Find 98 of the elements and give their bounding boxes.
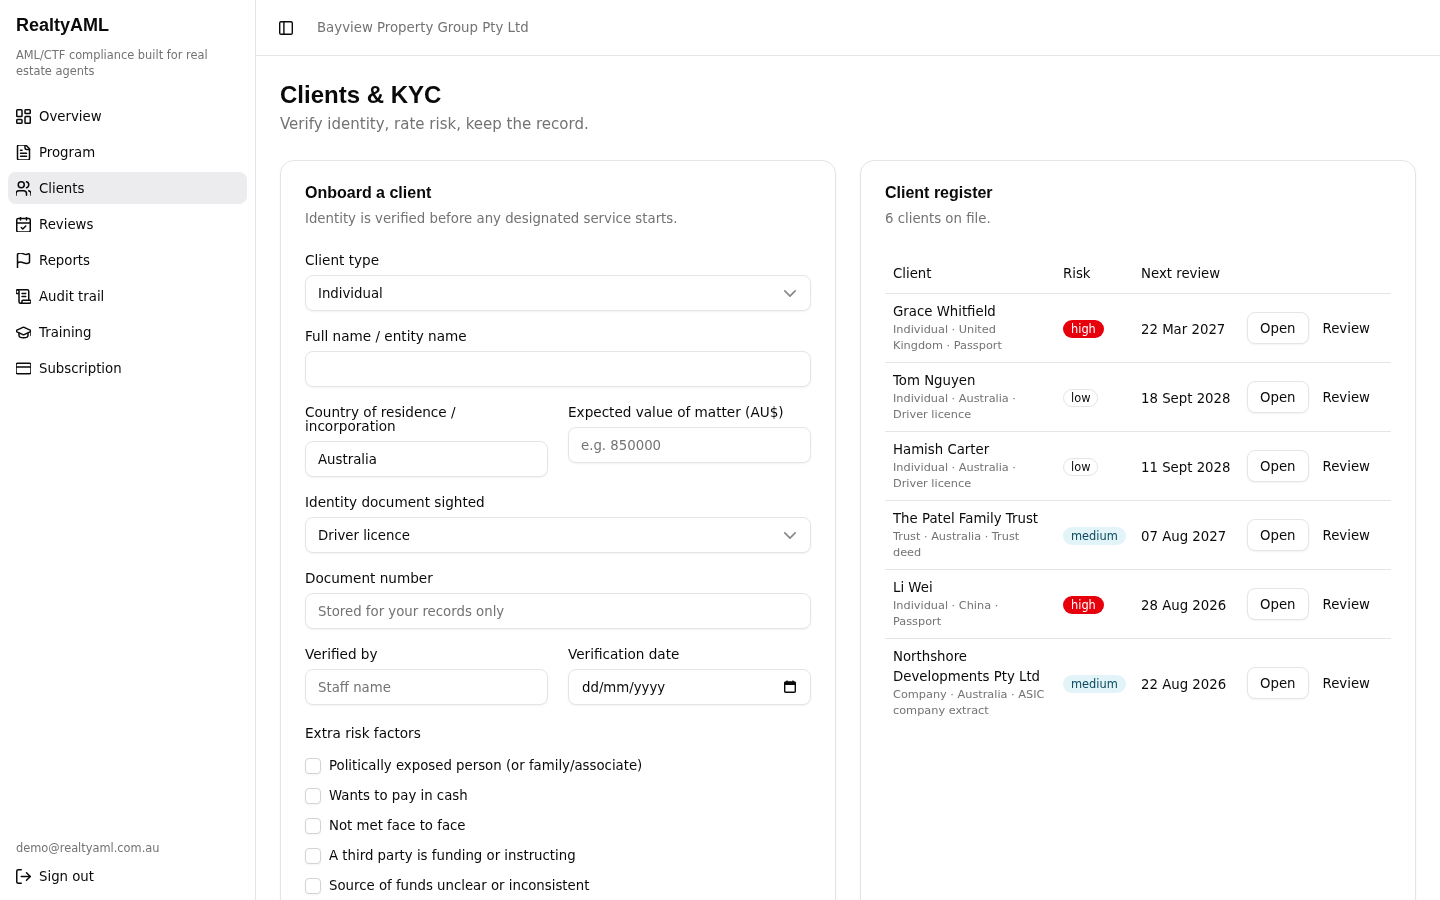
checkbox-label: A third party is funding or instructing: [329, 847, 576, 865]
open-button[interactable]: Open: [1247, 519, 1309, 551]
review-button[interactable]: Review: [1312, 667, 1380, 699]
review-button[interactable]: Review: [1312, 381, 1380, 413]
risk-badge: low: [1063, 389, 1099, 407]
brand-tagline: AML/CTF compliance built for real estate agents: [16, 47, 209, 79]
page-title: Clients & KYC: [280, 80, 442, 110]
select-field[interactable]: Individual: [305, 275, 811, 311]
nav-item[interactable]: Clients: [8, 172, 247, 204]
risk-badge: medium: [1063, 675, 1126, 693]
chevron-down-icon: [784, 289, 796, 297]
field-label: Verified by: [305, 647, 378, 661]
client-name: Li Wei: [893, 579, 934, 597]
nav-item[interactable]: Overview: [8, 100, 247, 132]
review-button[interactable]: Review: [1312, 588, 1380, 620]
field-label: Client type: [305, 253, 380, 267]
open-button[interactable]: Open: [1247, 450, 1309, 482]
nav-item[interactable]: Subscription: [8, 352, 247, 384]
client-details: Individual · China · Passport: [893, 598, 1000, 630]
calendar-icon: [784, 680, 796, 693]
field-label: Document number: [305, 571, 433, 585]
people-icon: [16, 180, 31, 196]
checkbox[interactable]: [305, 818, 321, 834]
nav-item[interactable]: Reviews: [8, 208, 247, 240]
open-button[interactable]: Open: [1247, 312, 1309, 344]
panel-icon: [279, 20, 293, 35]
client-name: Tom Nguyen: [893, 372, 977, 390]
chevron-down-icon: [784, 531, 796, 539]
card-subtitle: 6 clients on file.: [885, 210, 991, 228]
review-date: 07 Aug 2027: [1141, 528, 1227, 544]
open-button[interactable]: Open: [1247, 588, 1309, 620]
risk-badge: high: [1063, 320, 1104, 338]
nav-item[interactable]: Program: [8, 136, 247, 168]
risk-badge: medium: [1063, 527, 1126, 545]
card-title: Onboard a client: [305, 185, 432, 201]
field-label: Identity document sighted: [305, 495, 485, 509]
column-header: Client: [893, 265, 932, 281]
card-subtitle: Identity is verified before any designated service starts.: [305, 210, 678, 228]
input-field[interactable]: e.g. 850000: [568, 427, 811, 463]
brand-name: RealtyAML: [15, 16, 110, 34]
checkbox-label: Wants to pay in cash: [329, 787, 468, 805]
select-field[interactable]: Driver licence: [305, 517, 811, 553]
field-label: Expected value of matter (AU$): [568, 405, 784, 419]
group-label: Extra risk factors: [305, 726, 421, 740]
review-date: 11 Sept 2028: [1141, 459, 1231, 475]
field-label: Full name / entity name: [305, 329, 467, 343]
nav-item[interactable]: Audit trail: [8, 280, 247, 312]
input-field[interactable]: Australia: [305, 441, 548, 477]
risk-badge: low: [1063, 458, 1099, 476]
client-details: Trust · Australia · Trust deed: [893, 529, 1021, 561]
sign-out-button[interactable]: Sign out: [8, 860, 247, 892]
client-details: Individual · Australia · Driver licence: [893, 391, 1017, 423]
checkbox[interactable]: [305, 758, 321, 774]
graduation-cap-icon: [16, 324, 31, 340]
scroll-icon: [16, 288, 31, 304]
card-title: Client register: [885, 185, 993, 201]
client-name: Hamish Carter: [893, 441, 991, 459]
review-button[interactable]: Review: [1312, 312, 1380, 344]
client-details: Company · Australia · ASIC company extract: [893, 687, 1046, 719]
page-subtitle: Verify identity, rate risk, keep the record.: [280, 114, 589, 135]
review-button[interactable]: Review: [1312, 450, 1380, 482]
calendar-check-icon: [16, 216, 31, 232]
flag-icon: [16, 252, 31, 268]
risk-badge: high: [1063, 596, 1104, 614]
client-name: The Patel Family Trust: [893, 510, 1040, 528]
input-field[interactable]: [305, 351, 811, 387]
checkbox[interactable]: [305, 848, 321, 864]
checkbox-label: Source of funds unclear or inconsistent: [329, 877, 590, 895]
review-date: 28 Aug 2026: [1141, 597, 1227, 613]
tiles-icon: [16, 108, 31, 124]
client-details: Individual · Australia · Driver licence: [893, 460, 1017, 492]
review-date: 18 Sept 2028: [1141, 390, 1231, 406]
input-field[interactable]: Staff name: [305, 669, 548, 705]
logout-icon: [16, 868, 31, 884]
field-label: Verification date: [568, 647, 680, 661]
nav-item[interactable]: Reports: [8, 244, 247, 276]
client-name: Grace Whitfield: [893, 303, 997, 321]
checkbox-label: Not met face to face: [329, 817, 466, 835]
review-button[interactable]: Review: [1312, 519, 1380, 551]
credit-card-icon: [16, 360, 31, 376]
organisation-name: Bayview Property Group Pty Ltd: [317, 20, 529, 35]
column-header: Next review: [1141, 265, 1221, 281]
client-details: Individual · United Kingdom · Passport: [893, 322, 1003, 354]
field-label: Country of residence / incorporation: [305, 405, 457, 433]
review-date: 22 Mar 2027: [1141, 321, 1226, 337]
date-field[interactable]: dd/mm/yyyy: [568, 669, 811, 705]
checkbox[interactable]: [305, 878, 321, 894]
open-button[interactable]: Open: [1247, 667, 1309, 699]
client-name: Northshore Developments Pty Ltd: [893, 648, 1042, 686]
document-icon: [16, 144, 31, 160]
open-button[interactable]: Open: [1247, 381, 1309, 413]
account-email: demo@realtyaml.com.au: [15, 840, 161, 856]
input-field[interactable]: Stored for your records only: [305, 593, 811, 629]
checkbox[interactable]: [305, 788, 321, 804]
checkbox-label: Politically exposed person (or family/associate): [329, 757, 643, 775]
nav-item[interactable]: Training: [8, 316, 247, 348]
column-header: Risk: [1063, 265, 1091, 281]
review-date: 22 Aug 2026: [1141, 676, 1227, 692]
